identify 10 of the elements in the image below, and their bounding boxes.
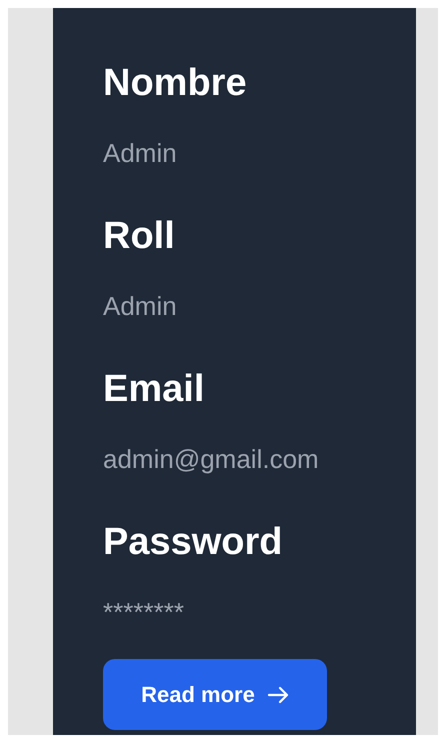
- arrow-right-icon: [266, 686, 289, 704]
- field-label: Nombre: [103, 61, 248, 106]
- field-label: Password: [103, 520, 284, 565]
- field-label: Roll: [103, 214, 176, 259]
- field-value: Admin: [103, 290, 178, 323]
- read-more-button[interactable]: Read more: [103, 659, 327, 730]
- field-label: Email: [103, 367, 206, 412]
- field-value: admin@gmail.com: [103, 443, 320, 476]
- field-value: ********: [103, 596, 185, 629]
- field-value: Admin: [103, 137, 178, 170]
